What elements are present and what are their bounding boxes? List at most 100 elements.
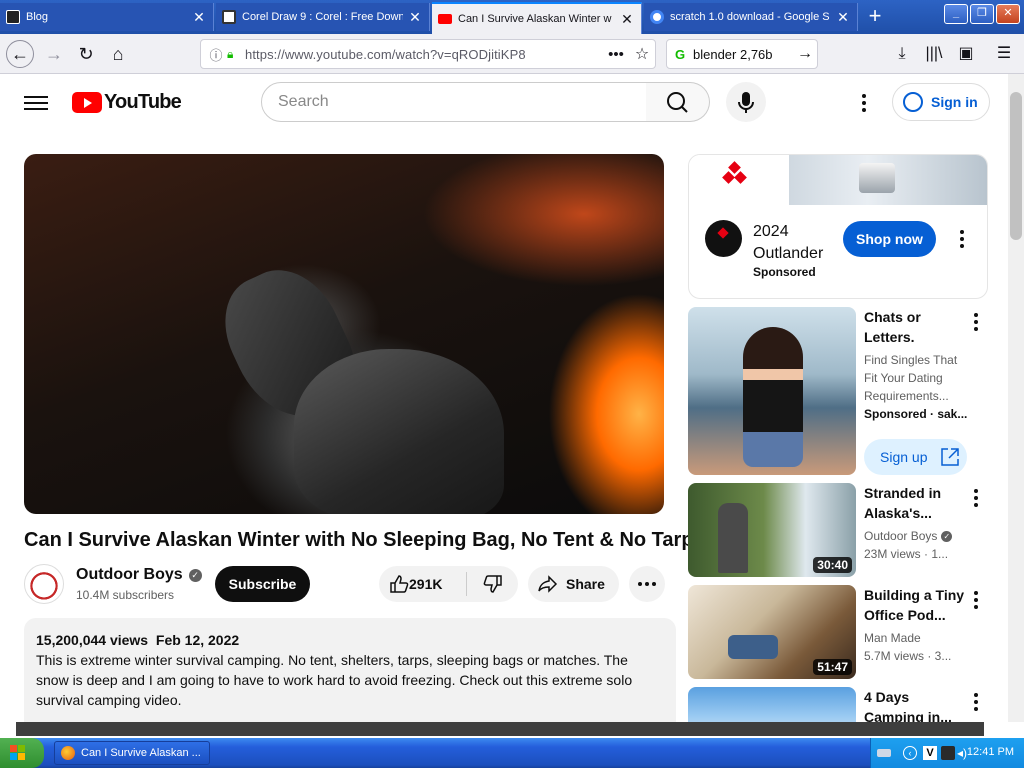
horizontal-scrollbar-thumb[interactable] [16,722,984,736]
back-button[interactable]: ← [6,40,34,68]
rec-title[interactable]: Stranded in Alaska's... [864,483,968,523]
menu-icon[interactable]: ☰ [990,40,1018,68]
tray-v-icon[interactable]: V [923,746,937,760]
search-button[interactable] [646,82,710,122]
thumbs-down-icon [483,575,502,593]
rec-more-icon[interactable] [974,693,978,714]
bookmark-star-icon[interactable]: ☆ [629,44,655,64]
youtube-logo[interactable]: YouTube [72,91,182,114]
dislike-button[interactable] [467,574,518,594]
suv-image [859,163,895,193]
url-text[interactable]: https://www.youtube.com/watch?v=qRODjiti… [245,47,603,62]
tab-title: Blog [26,11,49,23]
like-count: 291K [409,576,443,592]
tray-arrow-icon[interactable]: ‹ [903,746,917,760]
close-icon[interactable]: ✕ [835,9,851,26]
ad-banner-image[interactable] [689,155,987,205]
video-thumbnail[interactable]: 51:47 [688,585,856,679]
sign-up-button[interactable]: Sign up [864,439,967,475]
rec-title[interactable]: Building a Tiny Office Pod... [864,585,968,625]
more-actions-button[interactable] [629,566,665,602]
rec-title[interactable]: Chats or Letters. Share... [864,307,968,347]
youtube-page: YouTube Search Sign in Can I Survive Ala… [0,74,1008,722]
info-icon[interactable]: ⓘ [205,45,227,64]
ad-title[interactable]: 2024 Outlander [753,221,843,265]
scrollbar-thumb[interactable] [1010,92,1022,240]
view-date-line: 15,200,044 views Feb 12, 2022 [36,630,664,650]
rec-info: Building a Tiny Office Pod... Man Made 5… [864,585,968,665]
video-thumbnail[interactable] [688,687,856,722]
sidebar-icon[interactable]: ▣ [952,40,980,68]
video-frame-foot [294,349,504,514]
clock[interactable]: 12:41 PM [967,746,1014,758]
description-box[interactable]: 15,200,044 views Feb 12, 2022 This is ex… [24,618,676,722]
rec-channel-name[interactable]: Man Made [864,629,968,647]
ad-more-icon[interactable] [960,230,964,251]
view-count: 15,200,044 views [36,632,149,648]
share-label: Share [566,576,605,592]
sign-in-button[interactable]: Sign in [892,83,990,121]
sidebar-video-item[interactable]: 4 Days Camping in... [688,687,988,722]
start-button[interactable] [0,738,44,768]
microphone-icon [738,92,754,113]
rec-info: 4 Days Camping in... [864,687,968,722]
browser-search-bar[interactable]: G blender 2,76b → [666,39,818,69]
channel-name[interactable]: Outdoor Boys ✓ [76,566,202,584]
rec-channel[interactable]: Outdoor Boys ✓ [864,527,968,545]
taskbar-window-title: Can I Survive Alaskan ... [81,747,201,759]
minimize-button[interactable]: _ [944,4,968,24]
search-query-text[interactable]: blender 2,76b [693,47,793,62]
close-icon[interactable]: ✕ [619,11,635,28]
browser-tab-strip: Blog ✕ Corel Draw 9 : Corel : Free Down … [0,0,1024,34]
sidebar-video-item[interactable]: 30:40 Stranded in Alaska's... Outdoor Bo… [688,483,988,578]
voice-search-button[interactable] [726,82,766,122]
sponsored-thumbnail[interactable] [688,307,856,475]
sponsored-ad-card[interactable]: 2024 Outlander Sponsored Shop now [688,154,988,299]
system-tray: ‹ V ◂) 12:41 PM [870,738,1024,768]
video-thumbnail[interactable]: 30:40 [688,483,856,577]
network-icon[interactable] [877,749,891,757]
shop-now-button[interactable]: Shop now [843,221,936,257]
external-link-icon [941,448,960,466]
search-input[interactable]: Search [261,82,647,122]
share-arrow-icon [538,575,558,593]
rec-more-icon[interactable] [974,489,978,510]
subscribe-button[interactable]: Subscribe [215,566,310,602]
close-window-button[interactable]: ✕ [996,4,1020,24]
google-search-icon: G [674,46,686,62]
subscriber-count: 10.4M subscribers [76,588,175,602]
library-icon[interactable]: |||\ [920,40,948,68]
sidebar-video-item[interactable]: 51:47 Building a Tiny Office Pod... Man … [688,585,988,680]
reload-button[interactable]: ↻ [72,40,100,68]
like-button[interactable]: 291K [379,572,467,596]
windows-taskbar: Can I Survive Alaskan ... ‹ V ◂) 12:41 P… [0,738,1024,768]
tab-youtube-active[interactable]: Can I Survive Alaskan Winter w ✕ [432,2,642,34]
tab-blog[interactable]: Blog ✕ [0,3,214,31]
rec-sponsored: Sponsored · sak... [864,407,968,421]
new-tab-button[interactable]: + [862,4,888,30]
tab-google-scratch[interactable]: scratch 1.0 download - Google S ✕ [644,3,858,31]
tab-coreldraw[interactable]: Corel Draw 9 : Corel : Free Down ✕ [216,3,430,31]
guide-menu-icon[interactable] [24,92,48,112]
tray-app-icon[interactable] [941,746,955,760]
page-actions-icon[interactable]: ••• [603,46,629,63]
url-bar[interactable]: ⓘ 🔒︎ https://www.youtube.com/watch?v=qRO… [200,39,656,69]
forward-button[interactable]: → [40,40,68,68]
channel-avatar[interactable] [24,564,64,604]
restore-button[interactable]: ❐ [970,4,994,24]
close-icon[interactable]: ✕ [407,9,423,26]
rec-more-icon[interactable] [974,313,978,334]
video-duration: 30:40 [813,557,852,573]
share-button[interactable]: Share [528,566,619,602]
home-button[interactable]: ⌂ [104,40,132,68]
rec-title[interactable]: 4 Days Camping in... [864,687,968,722]
rec-more-icon[interactable] [974,591,978,612]
downloads-icon[interactable]: ⤓ [888,40,916,68]
search-go-icon[interactable]: → [793,45,817,63]
vertical-scrollbar[interactable] [1008,74,1024,722]
video-player[interactable] [24,154,664,514]
settings-more-icon[interactable] [862,94,866,115]
taskbar-firefox-window[interactable]: Can I Survive Alaskan ... [54,741,210,765]
close-icon[interactable]: ✕ [191,9,207,26]
youtube-favicon-icon [438,14,452,24]
